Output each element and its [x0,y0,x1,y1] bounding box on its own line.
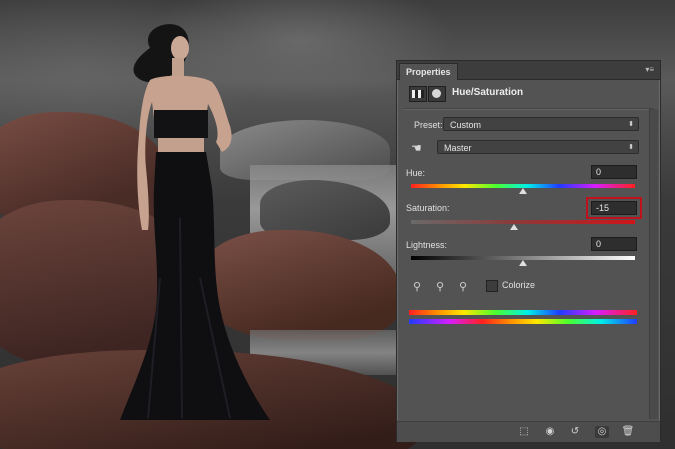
toggle-visibility-icon[interactable]: ◎ [595,426,609,438]
hue-input[interactable]: 0 [591,165,637,179]
tab-properties[interactable]: Properties [399,63,458,80]
colorize-label: Colorize [502,280,536,290]
panel-scrollbar[interactable] [649,109,658,419]
preset-label: Preset: [414,120,443,130]
divider [403,108,654,110]
hue-label: Hue: [406,168,426,178]
woman-figure [120,24,270,420]
panel-footer: ⬚ ◉ ↺ ◎ 🗑 [397,421,660,442]
select-arrow-icon: ⬍ [628,144,634,151]
lightness-label: Lightness: [406,240,448,250]
input-color-bar [409,310,637,315]
clip-to-layer-icon[interactable]: ⬚ [517,426,531,438]
channel-select[interactable]: Master ⬍ [437,140,639,154]
panel-tab-bar: Properties ▾≡ [397,61,660,80]
adjustment-title: Hue/Saturation [452,87,524,98]
targeted-adjustment-hand-icon[interactable]: ☚ [411,141,425,155]
preset-value: Custom [450,120,482,130]
properties-panel: Properties ▾≡ Hue/Saturation Preset: Cus… [396,60,661,442]
adjustment-title-row: Hue/Saturation [397,80,660,107]
eyedropper-icon[interactable]: ⚲ [411,280,423,294]
layer-mask-icon[interactable] [428,86,446,102]
adjustment-layer-icon[interactable] [409,86,427,102]
eyedropper-plus-icon[interactable]: ⚲ [434,280,446,294]
channel-value: Master [444,143,472,153]
view-previous-state-icon[interactable]: ◉ [543,426,557,438]
reset-adjustment-icon[interactable]: ↺ [568,426,582,438]
preset-select[interactable]: Custom ⬍ [443,117,639,131]
panel-menu-icon[interactable]: ▾≡ [645,65,654,75]
select-arrow-icon: ⬍ [628,121,634,128]
lightness-input[interactable]: 0 [591,237,637,251]
saturation-slider-track[interactable] [411,220,635,224]
colorize-checkbox[interactable] [486,280,498,292]
hue-slider-thumb[interactable] [519,188,527,194]
saturation-highlight-box [586,197,642,219]
output-color-bar [409,319,637,324]
delete-adjustment-icon[interactable]: 🗑 [621,426,635,438]
lightness-slider-thumb[interactable] [519,260,527,266]
eyedropper-minus-icon[interactable]: ⚲ [457,280,469,294]
saturation-label: Saturation: [406,203,450,213]
saturation-slider-thumb[interactable] [510,224,519,230]
